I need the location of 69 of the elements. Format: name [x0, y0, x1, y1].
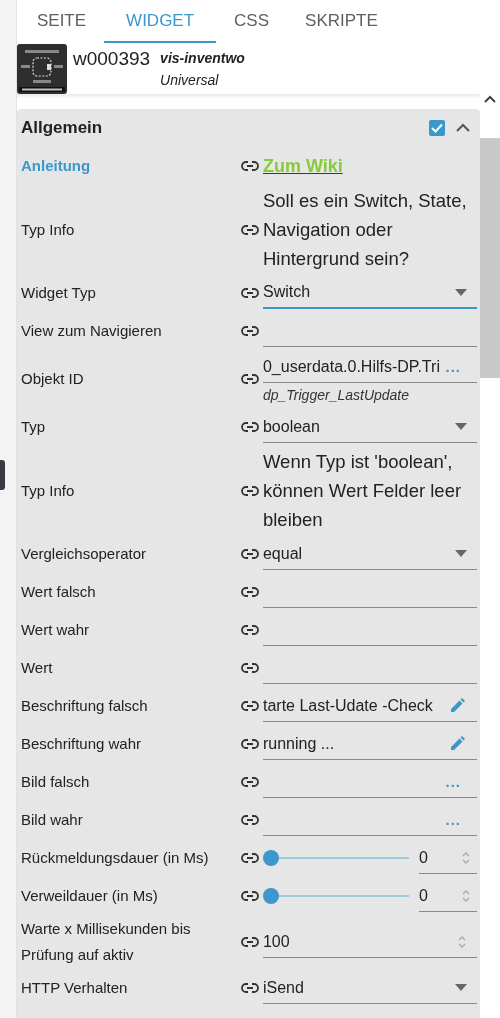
link-icon[interactable]	[240, 739, 259, 749]
link-icon[interactable]	[240, 288, 259, 298]
checkbox[interactable]	[429, 120, 445, 136]
edit-icon[interactable]	[449, 697, 465, 714]
tab[interactable]: SEITE	[16, 0, 105, 43]
link-icon[interactable]	[240, 549, 259, 559]
link-icon[interactable]	[240, 891, 259, 901]
field-label: Wert	[20, 658, 54, 678]
scrollbar-thumb[interactable]	[480, 138, 500, 378]
link-icon[interactable]	[240, 374, 259, 384]
link-icon[interactable]	[240, 485, 259, 496]
section-title: Allgemein	[20, 118, 104, 138]
number-field[interactable]: 100	[262, 926, 477, 958]
widget-id: w000393	[72, 48, 151, 70]
link-icon[interactable]	[240, 625, 259, 635]
field-label: Vergleichsoperator	[20, 544, 148, 564]
field-label: Widget Typ	[20, 283, 97, 303]
link-icon[interactable]	[240, 777, 259, 787]
field-label: Beschriftung wahr	[20, 734, 143, 754]
field-label: HTTP Verhalten	[20, 978, 129, 998]
tab[interactable]: SKRIPTE	[287, 0, 396, 43]
link-icon[interactable]	[240, 701, 259, 711]
tab[interactable]: CSS	[216, 0, 288, 43]
field-label: Wert wahr	[20, 620, 91, 640]
link-icon[interactable]	[240, 663, 259, 673]
dropdown[interactable]: Switch	[262, 277, 477, 309]
input-field[interactable]: tarte Last-Udate -Check	[262, 690, 477, 722]
edit-icon[interactable]	[449, 735, 465, 752]
link-icon[interactable]	[240, 161, 259, 171]
link-icon[interactable]	[240, 815, 259, 825]
link-icon[interactable]	[240, 224, 259, 235]
widget-name: Universal	[160, 72, 220, 88]
caret-icon	[455, 288, 467, 296]
link-icon[interactable]	[240, 853, 259, 863]
widget-set: vis-inventwo	[160, 50, 245, 66]
info-text: Wenn Typ ist 'boolean', können Wert Felder leer bleiben	[262, 450, 463, 532]
field-label: Bild falsch	[20, 772, 91, 792]
slider-thumb[interactable]	[262, 850, 279, 866]
link-icon[interactable]	[240, 937, 259, 947]
input-field[interactable]: 0_userdata.0.Hilfs-DP.Tri ...	[262, 351, 477, 383]
field-label: Verweildauer (in Ms)	[20, 886, 159, 906]
info-text: Soll es ein Switch, State, Navigation oder Hintergrund sein?	[262, 189, 468, 271]
field-label: Typ Info	[20, 480, 76, 501]
field-label: Warte x Millisekunden bis Prüfung auf aktiv	[20, 919, 192, 965]
caret-icon	[455, 423, 467, 430]
field-label: Beschriftung falsch	[20, 696, 149, 716]
field-label: View zum Navigieren	[20, 321, 163, 341]
resize-handle[interactable]	[0, 460, 5, 490]
slider-thumb[interactable]	[262, 888, 279, 904]
input-field[interactable]: running ...	[262, 728, 477, 760]
caret-icon	[455, 984, 467, 991]
field-label: Rückmeldungsdauer (in Ms)	[20, 848, 210, 868]
number-field[interactable]: 0	[419, 880, 477, 912]
field-label: Bild wahr	[20, 810, 84, 830]
dropdown[interactable]: iSend	[262, 972, 477, 1004]
caret-icon	[455, 550, 467, 557]
link-icon[interactable]	[240, 422, 259, 432]
field-label: Typ	[20, 417, 47, 437]
dropdown[interactable]: boolean	[262, 411, 477, 443]
field-label: Typ Info	[20, 219, 76, 240]
field-label: Anleitung	[20, 156, 92, 176]
dropdown[interactable]: equal	[262, 538, 477, 570]
number-field[interactable]: 0	[419, 842, 477, 874]
object-name: dp_Trigger_LastUpdate	[262, 386, 411, 405]
field-label: Objekt ID	[20, 369, 85, 389]
link-icon[interactable]	[240, 326, 259, 336]
link-icon[interactable]	[240, 983, 259, 993]
link-icon[interactable]	[240, 587, 259, 597]
field-label: Wert falsch	[20, 582, 97, 602]
